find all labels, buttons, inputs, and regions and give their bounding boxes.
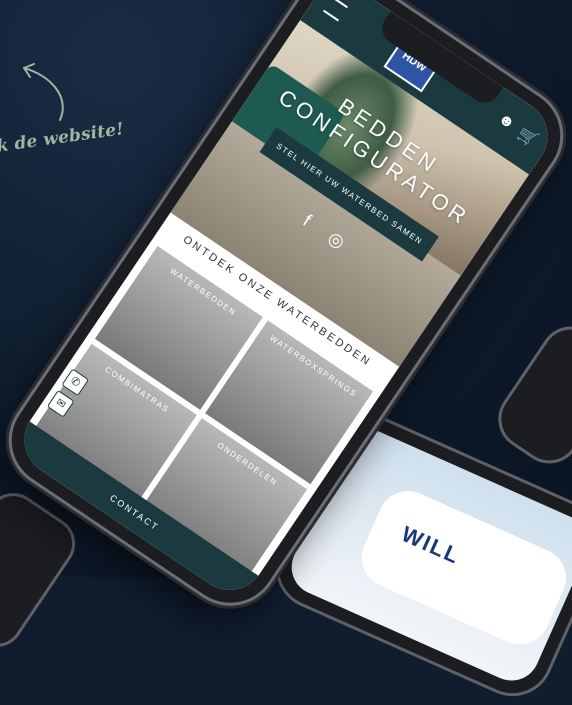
category-label: WATERBEDDEN bbox=[168, 266, 238, 318]
category-label: WATERBOXSPRINGS bbox=[268, 333, 359, 399]
cart-icon[interactable]: 🛒 bbox=[514, 123, 542, 151]
curved-arrow-icon bbox=[23, 63, 64, 121]
facebook-icon[interactable]: f bbox=[299, 211, 314, 230]
menu-icon[interactable] bbox=[322, 0, 348, 22]
secondary-phone-banner: WILL bbox=[352, 481, 572, 655]
user-icon[interactable]: ☻ bbox=[494, 110, 518, 134]
